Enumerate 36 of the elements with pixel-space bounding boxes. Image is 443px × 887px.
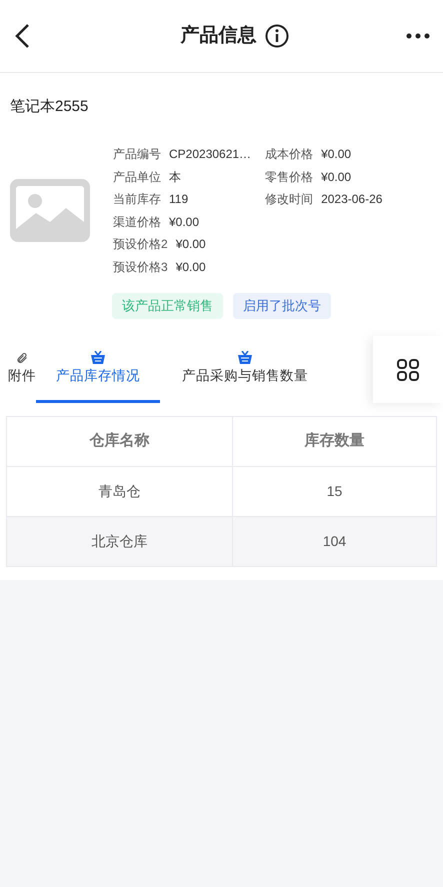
field-value: 119 [169,191,188,208]
field-value: ¥0.00 [176,258,206,276]
tab[interactable]: 附件 [8,339,36,403]
field-value: ¥0.00 [321,168,352,186]
more-icon[interactable] [405,32,431,40]
field-label: 渠道价格 [113,214,161,231]
field-label: 产品单位 [113,168,161,186]
field-value: 2023-06-26 [321,191,382,208]
field-label: 当前库存 [113,191,161,208]
status-tag: 该产品正常销售 [112,293,223,319]
field-label: 预设价格3 [113,258,168,276]
table-cell: 北京仓库 [7,517,233,566]
field-value: CP20230621… [169,146,252,164]
tab[interactable]: 产品库存情况 [36,339,160,403]
table-cell-text: 15 [326,482,344,501]
field-value: ¥0.00 [176,236,206,254]
info-icon[interactable] [264,24,288,48]
field-label: 预设价格2 [113,236,168,254]
grid-icon [397,358,419,380]
column-header: 库存数量 [303,431,366,452]
field-label: 产品编号 [113,146,161,164]
tab[interactable]: 产品采购与销售数量 [182,339,308,403]
page-title: 产品信息 [180,24,256,48]
grid-menu-button[interactable] [373,336,443,403]
table-cell-text: 104 [322,532,348,551]
field-label: 零售价格 [265,168,314,186]
field-label: 修改时间 [265,191,314,208]
basket-icon [91,350,105,364]
product-name: 笔记本2555 [10,98,88,115]
field-value: ¥0.00 [169,214,200,231]
status-tag: 启用了批次号 [233,293,331,319]
paperclip-icon [16,352,28,364]
field-label: 成本价格 [265,146,314,164]
basket-icon [238,350,252,364]
field-value: ¥0.00 [321,146,352,164]
field-value: 本 [169,168,181,186]
